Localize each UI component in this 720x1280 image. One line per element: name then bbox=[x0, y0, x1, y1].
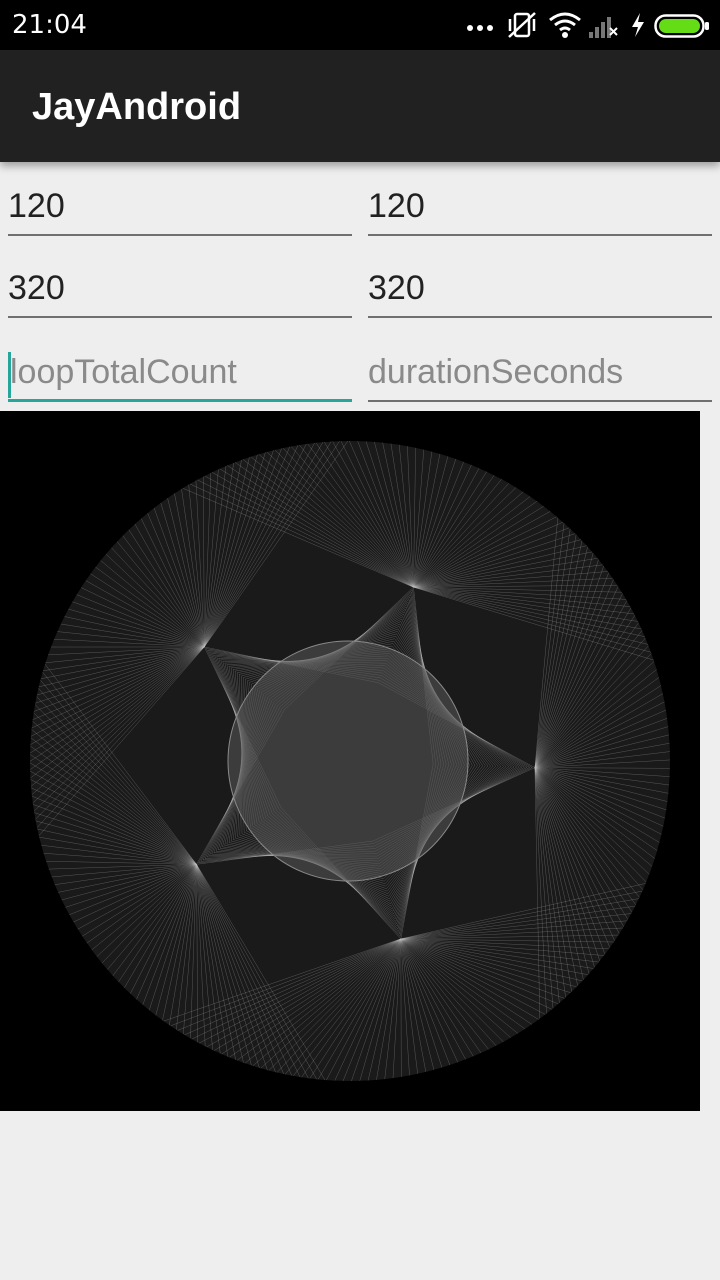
status-time: 21:04 bbox=[12, 10, 87, 40]
more-dots-icon bbox=[467, 25, 493, 31]
vibrate-off-icon bbox=[508, 12, 536, 38]
no-signal-icon bbox=[589, 17, 618, 38]
field-underline bbox=[8, 316, 352, 318]
radius-input-left[interactable] bbox=[8, 258, 352, 318]
field-row3-right[interactable] bbox=[368, 342, 712, 402]
battery-icon bbox=[654, 14, 709, 38]
field-underline-focused bbox=[8, 399, 352, 402]
text-cursor bbox=[8, 352, 11, 398]
spirograph-drawing bbox=[29, 440, 671, 1082]
app-title: JayAndroid bbox=[32, 86, 242, 128]
field-row3-left[interactable] bbox=[8, 342, 352, 402]
width-input-right[interactable] bbox=[368, 176, 712, 236]
field-row2-right[interactable] bbox=[368, 258, 712, 318]
status-bar: 21:04 bbox=[0, 0, 720, 50]
radius-input-right[interactable] bbox=[368, 258, 712, 318]
field-underline bbox=[368, 234, 712, 236]
field-underline bbox=[368, 316, 712, 318]
field-row2-left[interactable] bbox=[8, 258, 352, 318]
field-underline bbox=[8, 234, 352, 236]
width-input-left[interactable] bbox=[8, 176, 352, 236]
field-row1-right[interactable] bbox=[368, 176, 712, 236]
app-bar: JayAndroid bbox=[0, 50, 720, 162]
duration-seconds-input[interactable] bbox=[368, 342, 712, 402]
wifi-icon bbox=[549, 12, 581, 38]
field-underline bbox=[368, 400, 712, 402]
charging-icon bbox=[632, 13, 644, 37]
loop-total-count-input[interactable] bbox=[8, 342, 352, 402]
field-row1-left[interactable] bbox=[8, 176, 352, 236]
drawing-canvas[interactable] bbox=[0, 411, 700, 1111]
